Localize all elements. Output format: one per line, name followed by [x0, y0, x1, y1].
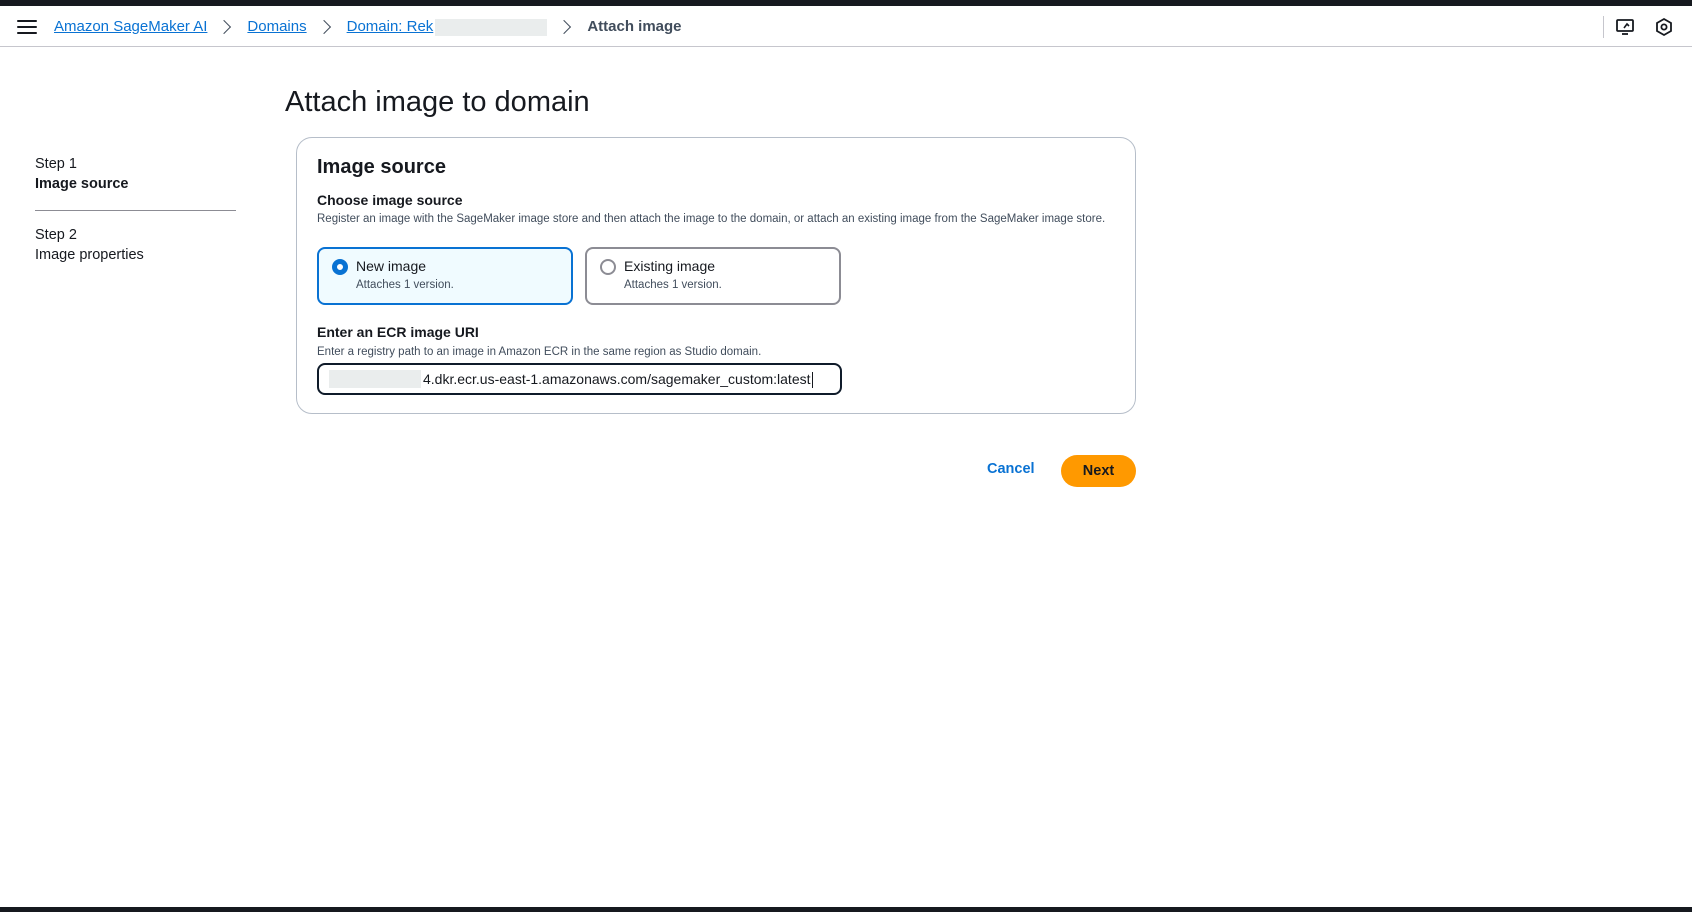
field-description: Enter a registry path to an image in Ama…	[317, 346, 762, 358]
option-description: Attaches 1 version.	[356, 279, 454, 291]
option-label: New image	[356, 258, 427, 274]
option-label: Existing image	[624, 258, 716, 274]
top-navigation: Amazon SageMaker AI Domains Domain: Rek …	[0, 6, 1692, 47]
breadcrumb: Amazon SageMaker AI Domains Domain: Rek …	[54, 18, 682, 36]
bottom-edge	[0, 907, 1692, 912]
image-source-card: Image source Choose image source Registe…	[296, 137, 1136, 414]
step-label: Step 2	[35, 227, 77, 243]
nav-divider	[1603, 16, 1604, 38]
chevron-right-icon	[557, 19, 572, 34]
breadcrumb-sagemaker[interactable]: Amazon SageMaker AI	[54, 18, 207, 35]
chevron-right-icon	[217, 19, 232, 34]
step-label: Step 1	[35, 156, 77, 172]
field-label: Choose image source	[317, 192, 463, 208]
breadcrumb-domain[interactable]: Domain: Rek	[347, 18, 548, 36]
option-existing-image[interactable]: Existing image Attaches 1 version.	[585, 247, 841, 305]
radio-unselected-icon[interactable]	[600, 259, 616, 275]
next-button[interactable]: Next	[1061, 455, 1136, 487]
settings-hex-icon[interactable]	[1654, 17, 1674, 37]
card-title: Image source	[317, 156, 446, 178]
field-label: Enter an ECR image URI	[317, 324, 479, 340]
ecr-uri-value: 4.dkr.ecr.us-east-1.amazonaws.com/sagema…	[423, 371, 811, 387]
text-caret	[811, 372, 813, 389]
breadcrumb-current: Attach image	[587, 18, 682, 36]
step-divider	[35, 210, 236, 211]
page-title: Attach image to domain	[285, 86, 590, 118]
breadcrumb-domain-label: Domain: Rek	[346, 18, 434, 35]
redacted-text	[329, 370, 421, 388]
option-new-image[interactable]: New image Attaches 1 version.	[317, 247, 573, 305]
radio-selected-icon[interactable]	[332, 259, 348, 275]
cancel-button[interactable]: Cancel	[987, 461, 1035, 477]
option-description: Attaches 1 version.	[624, 279, 722, 291]
step-title[interactable]: Image properties	[35, 245, 236, 265]
wizard-steps: Step 1 Image source Step 2 Image propert…	[35, 154, 236, 265]
menu-icon[interactable]	[17, 18, 37, 34]
field-description: Register an image with the SageMaker ima…	[317, 213, 1106, 225]
redacted-text	[435, 18, 548, 36]
display-icon[interactable]	[1615, 17, 1635, 37]
breadcrumb-domains[interactable]: Domains	[247, 18, 306, 35]
step-title-active: Image source	[35, 176, 129, 192]
chevron-right-icon	[316, 19, 331, 34]
ecr-uri-input[interactable]: 4.dkr.ecr.us-east-1.amazonaws.com/sagema…	[317, 363, 842, 395]
